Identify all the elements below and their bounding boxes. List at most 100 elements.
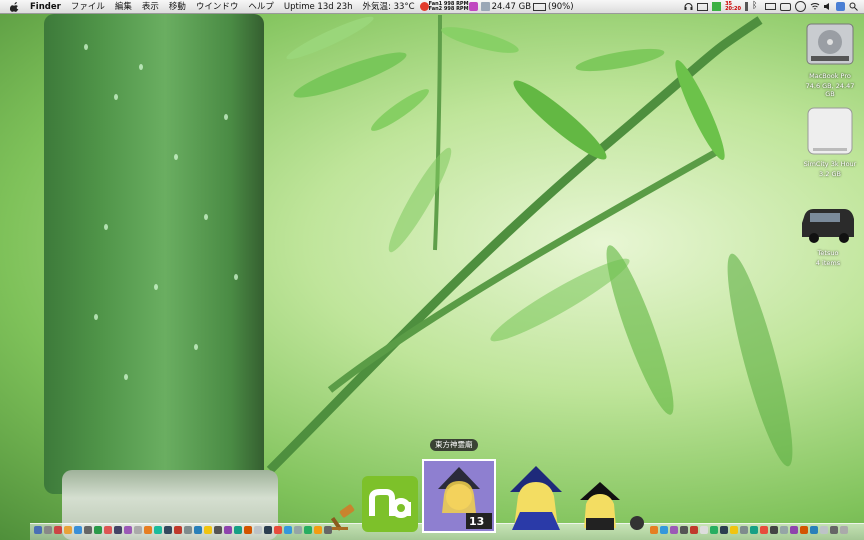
battery-icon[interactable] bbox=[533, 2, 547, 11]
dock-item[interactable] bbox=[830, 526, 838, 534]
dock-item[interactable] bbox=[244, 526, 252, 534]
dock-item[interactable] bbox=[234, 526, 242, 534]
desktop-icon-detail: 74.6 GB, 24.47 GB bbox=[805, 82, 855, 98]
dock-item[interactable] bbox=[680, 526, 688, 534]
cpu-temp-clock[interactable]: 35 20:20 bbox=[725, 1, 741, 12]
dock-item[interactable] bbox=[264, 526, 272, 534]
spotlight-icon[interactable] bbox=[849, 2, 858, 11]
gavel-app[interactable] bbox=[330, 503, 358, 534]
disk-image-icon bbox=[807, 107, 853, 155]
anime-girl-icon bbox=[510, 466, 562, 530]
dock-item[interactable] bbox=[760, 526, 768, 534]
menu-app-name[interactable]: Finder bbox=[25, 0, 66, 14]
dock-item[interactable] bbox=[44, 526, 52, 534]
dock-item[interactable] bbox=[84, 526, 92, 534]
van-icon bbox=[802, 209, 854, 243]
fan-readout[interactable]: Fan1 998 RPM Fan2 998 RPM bbox=[428, 1, 469, 12]
dock-item[interactable] bbox=[690, 526, 698, 534]
dock-item[interactable] bbox=[700, 526, 708, 534]
menu-help[interactable]: ヘルプ bbox=[243, 0, 279, 14]
dock-item[interactable] bbox=[34, 526, 42, 534]
wifi-icon[interactable] bbox=[810, 2, 820, 11]
monitor-icon[interactable] bbox=[697, 2, 709, 11]
dock-item[interactable] bbox=[144, 526, 152, 534]
dock-item[interactable] bbox=[820, 526, 828, 534]
touhou-app-3[interactable] bbox=[572, 480, 628, 532]
dock-item[interactable] bbox=[184, 526, 192, 534]
bamboo-stalk bbox=[44, 14, 264, 494]
dock-item[interactable] bbox=[750, 526, 758, 534]
dock-item[interactable] bbox=[710, 526, 718, 534]
fan2-readout: Fan2 998 RPM bbox=[428, 5, 469, 12]
temperature-readout[interactable]: 外気温: 33°C bbox=[358, 0, 420, 14]
dock-item[interactable] bbox=[94, 526, 102, 534]
headphones-icon[interactable] bbox=[684, 2, 693, 11]
menu-view[interactable]: 表示 bbox=[137, 0, 164, 14]
dock-item[interactable] bbox=[770, 526, 778, 534]
user-icon[interactable] bbox=[836, 2, 845, 11]
dock-item[interactable] bbox=[660, 526, 668, 534]
dock-item[interactable] bbox=[254, 526, 262, 534]
green-icon[interactable] bbox=[712, 2, 722, 11]
trash-icon[interactable] bbox=[840, 526, 848, 534]
dock-item[interactable] bbox=[64, 526, 72, 534]
menu-window[interactable]: ウインドウ bbox=[191, 0, 244, 14]
dock-item[interactable] bbox=[780, 526, 788, 534]
dock-item[interactable] bbox=[214, 526, 222, 534]
desktop-icon-macbook-pro[interactable]: MacBook Pro 74.6 GB, 24.47 GB bbox=[800, 20, 860, 98]
dock-item[interactable] bbox=[720, 526, 728, 534]
hard-drive-icon bbox=[806, 23, 854, 65]
menu-file[interactable]: ファイル bbox=[66, 0, 110, 14]
dock-item[interactable] bbox=[114, 526, 122, 534]
th13-app[interactable]: 13 bbox=[422, 459, 496, 533]
apple-icon[interactable] bbox=[10, 1, 19, 12]
bluetooth-icon[interactable]: ᛒ bbox=[752, 2, 761, 11]
battery-readout[interactable]: (90%) bbox=[546, 0, 576, 14]
dock-item[interactable] bbox=[670, 526, 678, 534]
menu-go[interactable]: 移動 bbox=[164, 0, 191, 14]
dock-item[interactable] bbox=[294, 526, 302, 534]
dock-item[interactable] bbox=[630, 516, 644, 530]
dock-item[interactable] bbox=[104, 526, 112, 534]
dock-tooltip: 東方神霊廟 bbox=[430, 439, 478, 451]
menu-edit[interactable]: 編集 bbox=[110, 0, 137, 14]
dock-item[interactable] bbox=[800, 526, 808, 534]
dock-item[interactable] bbox=[224, 526, 232, 534]
svg-text:13: 13 bbox=[469, 515, 484, 528]
volume-icon[interactable] bbox=[823, 2, 832, 11]
dock-item[interactable] bbox=[174, 526, 182, 534]
dock-item[interactable] bbox=[740, 526, 748, 534]
dock-item[interactable] bbox=[54, 526, 62, 534]
touhou-app-2[interactable] bbox=[500, 462, 572, 532]
dock-item[interactable] bbox=[790, 526, 798, 534]
na-app[interactable] bbox=[362, 476, 418, 532]
dock-item[interactable] bbox=[314, 526, 322, 534]
anime-girl-icon bbox=[580, 482, 620, 530]
dock-item[interactable] bbox=[204, 526, 212, 534]
timemachine-icon[interactable] bbox=[795, 1, 806, 12]
dock-item[interactable] bbox=[164, 526, 172, 534]
dock-item[interactable] bbox=[194, 526, 202, 534]
dock-item[interactable] bbox=[154, 526, 162, 534]
gavel-icon bbox=[330, 504, 355, 531]
dock-item[interactable] bbox=[304, 526, 312, 534]
dock-item[interactable] bbox=[134, 526, 142, 534]
tomato-icon[interactable] bbox=[419, 2, 429, 11]
dock-item[interactable] bbox=[274, 526, 282, 534]
temperature-icon[interactable] bbox=[745, 2, 748, 11]
dock-item[interactable] bbox=[284, 526, 292, 534]
dock-item[interactable] bbox=[74, 526, 82, 534]
uptime-readout[interactable]: Uptime 13d 23h bbox=[279, 0, 358, 14]
desktop-icon-tetsuo[interactable]: Tetsuo 4 items bbox=[798, 205, 858, 267]
disk-free-readout[interactable]: 24.47 GB bbox=[490, 0, 533, 14]
touhou-th13-icon: 13 bbox=[424, 461, 494, 531]
dock-item[interactable] bbox=[810, 526, 818, 534]
chat-icon[interactable] bbox=[780, 2, 791, 11]
keyboard-icon[interactable] bbox=[765, 3, 776, 10]
desktop-icon-simcity[interactable]: SimCity 3k Hour 3.2 GB bbox=[800, 106, 860, 178]
dock-item[interactable] bbox=[650, 526, 658, 534]
itunes-icon[interactable] bbox=[468, 2, 478, 11]
desktop[interactable]: Finder ファイル 編集 表示 移動 ウインドウ ヘルプ Uptime 13… bbox=[0, 0, 864, 540]
dock-item[interactable] bbox=[124, 526, 132, 534]
dock-item[interactable] bbox=[730, 526, 738, 534]
